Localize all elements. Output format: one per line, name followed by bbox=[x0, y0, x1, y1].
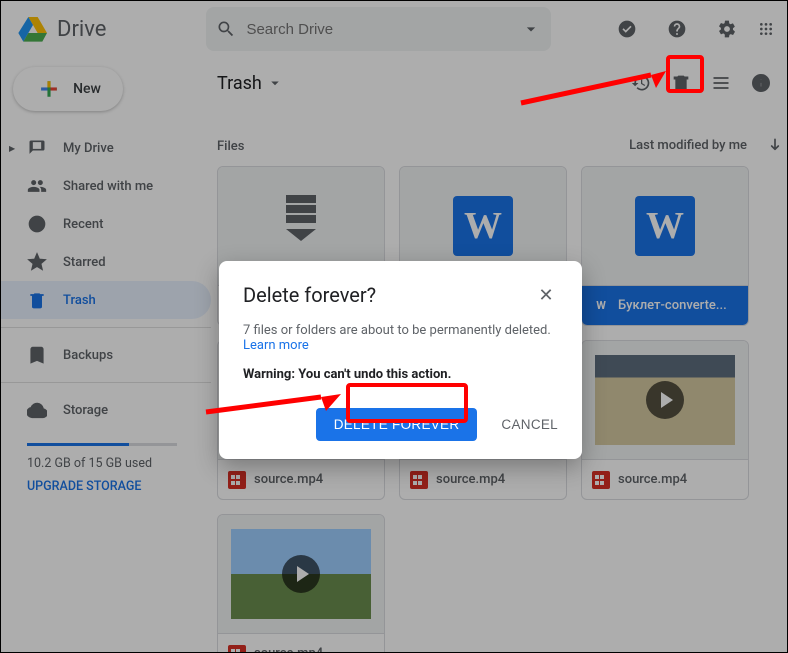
annotation-highlight-trash bbox=[666, 55, 704, 93]
delete-dialog: Delete forever? ✕ 7 files or folders are… bbox=[219, 261, 582, 459]
dialog-title: Delete forever? bbox=[243, 283, 534, 307]
close-icon[interactable]: ✕ bbox=[534, 285, 558, 306]
cancel-button[interactable]: CANCEL bbox=[501, 417, 558, 432]
learn-more-link[interactable]: Learn more bbox=[243, 338, 309, 353]
dialog-message: 7 files or folders are about to be perma… bbox=[243, 323, 558, 353]
annotation-highlight-delete bbox=[346, 383, 468, 423]
dialog-warning: Warning: You can't undo this action. bbox=[243, 367, 558, 382]
